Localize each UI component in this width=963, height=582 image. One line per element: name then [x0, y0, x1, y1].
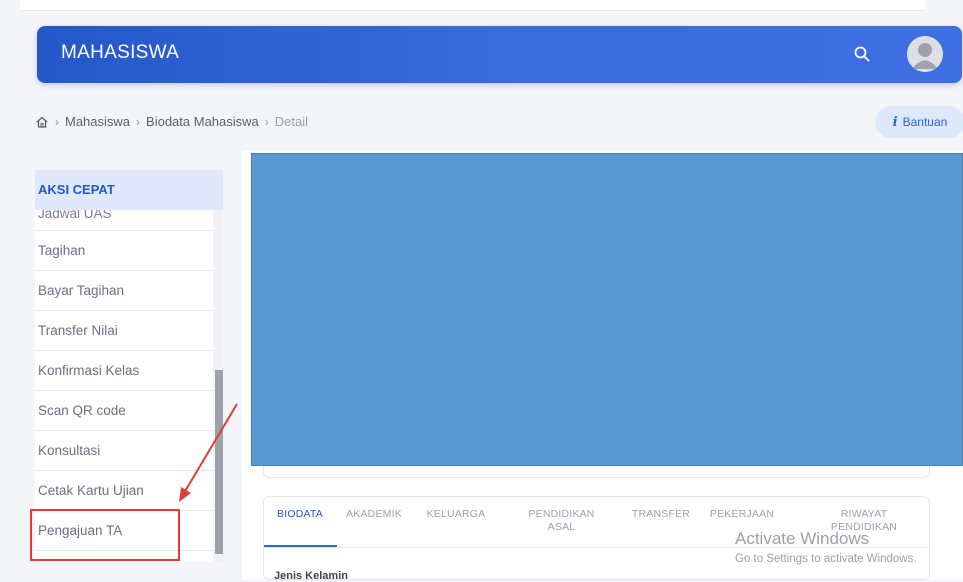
breadcrumb-item[interactable]: Mahasiswa [65, 114, 130, 129]
tab-biodata[interactable]: BIODATA [274, 508, 326, 521]
tab-pekerjaan[interactable]: PEKERJAAN [708, 508, 776, 521]
app-title: MAHASISWA [61, 42, 180, 63]
search-icon [854, 46, 870, 62]
help-button-label: Bantuan [902, 115, 948, 129]
quick-actions-title: AKSI CEPAT [35, 170, 223, 210]
sidebar-scrollbar-thumb[interactable] [215, 370, 223, 554]
tab-pendidikan-asal[interactable]: PENDIDIKAN ASAL [519, 508, 604, 534]
breadcrumb-item[interactable]: Biodata Mahasiswa [146, 114, 259, 129]
quick-action-tagihan[interactable]: Tagihan [35, 231, 213, 271]
quick-action-transfer-nilai[interactable]: Transfer Nilai [35, 311, 213, 351]
quick-action-cetak-kartu-ujian[interactable]: Cetak Kartu Ujian [35, 471, 213, 511]
tabs-divider [264, 547, 929, 548]
breadcrumb-separator: › [136, 114, 141, 129]
quick-actions-list: Jadwal UAS Tagihan Bayar Tagihan Transfe… [35, 210, 213, 551]
quick-action-jadwal-uas[interactable]: Jadwal UAS [35, 210, 213, 231]
breadcrumb-separator: › [264, 114, 269, 129]
quick-action-scan-qr-code[interactable]: Scan QR code [35, 391, 213, 431]
quick-action-konsultasi[interactable]: Konsultasi [35, 431, 213, 471]
active-tab-indicator [264, 545, 337, 547]
redacted-region [251, 153, 963, 466]
top-strip [20, 0, 925, 11]
breadcrumb: › Mahasiswa › Biodata Mahasiswa › Detail [35, 114, 308, 129]
search-button[interactable] [849, 41, 875, 67]
app-header: MAHASISWA [37, 26, 962, 83]
breadcrumb-separator: › [55, 114, 59, 129]
quick-action-konfirmasi-kelas[interactable]: Konfirmasi Kelas [35, 351, 213, 391]
info-icon: i [892, 114, 898, 130]
tab-riwayat-pendidikan[interactable]: RIWAYAT PENDIDIKAN [809, 508, 919, 534]
user-avatar[interactable] [907, 36, 943, 72]
tab-transfer[interactable]: TRANSFER [628, 508, 694, 521]
user-avatar-icon [907, 36, 943, 72]
field-label-jenis-kelamin: Jenis Kelamin [274, 570, 348, 582]
quick-actions-panel: AKSI CEPAT Jadwal UAS Tagihan Bayar Tagi… [35, 170, 223, 562]
home-icon[interactable] [35, 115, 49, 129]
help-button[interactable]: i Bantuan [875, 106, 963, 138]
detail-tabs-card: BIODATA AKADEMIK KELUARGA PENDIDIKAN ASA… [263, 496, 930, 582]
breadcrumb-current: Detail [274, 114, 309, 129]
tab-keluarga[interactable]: KELUARGA [424, 508, 488, 521]
tab-akademik[interactable]: AKADEMIK [344, 508, 404, 521]
quick-action-bayar-tagihan[interactable]: Bayar Tagihan [35, 271, 213, 311]
quick-action-pengajuan-ta[interactable]: Pengajuan TA [35, 511, 213, 551]
